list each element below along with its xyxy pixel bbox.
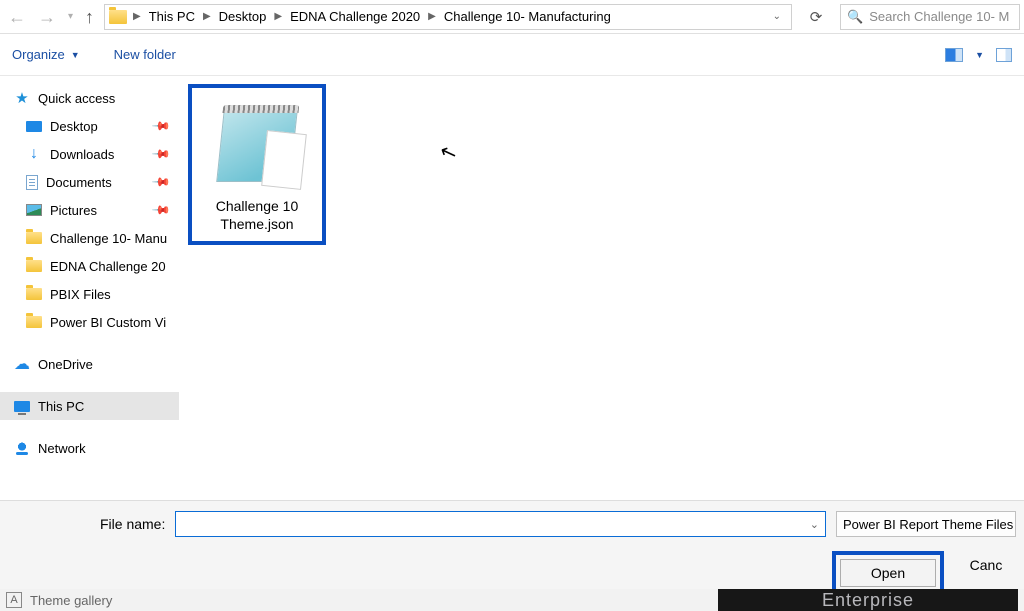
forward-button[interactable]: → (38, 8, 56, 26)
folder-icon (109, 10, 127, 24)
sidebar-item-label: Challenge 10- Manu (50, 231, 167, 246)
chevron-right-icon: ▶ (133, 11, 141, 22)
sidebar-item-folder[interactable]: Challenge 10- Manu (0, 224, 179, 252)
sidebar-item-desktop[interactable]: Desktop 📌 (0, 112, 179, 140)
organize-menu[interactable]: Organize ▼ (12, 47, 80, 62)
monitor-icon (14, 401, 30, 412)
downloads-icon: ↓ (26, 146, 42, 162)
breadcrumb-item[interactable]: This PC (147, 9, 197, 24)
sidebar-onedrive[interactable]: ☁ OneDrive (0, 350, 179, 378)
sidebar-item-label: Documents (46, 175, 112, 190)
up-button[interactable]: ↑ (85, 8, 94, 26)
sidebar-item-label: Desktop (50, 119, 98, 134)
sidebar-item-folder[interactable]: Power BI Custom Vi (0, 308, 179, 336)
watermark: Enterprise (718, 589, 1018, 611)
navigation-sidebar: ★ Quick access Desktop 📌 ↓ Downloads 📌 D… (0, 76, 180, 500)
sidebar-item-documents[interactable]: Documents 📌 (0, 168, 179, 196)
sidebar-label: Network (38, 441, 86, 456)
file-type-filter[interactable]: Power BI Report Theme Files (836, 511, 1016, 537)
sidebar-item-label: PBIX Files (50, 287, 111, 302)
desktop-icon (26, 121, 42, 132)
sidebar-label: OneDrive (38, 357, 93, 372)
network-icon (14, 441, 30, 455)
document-icon (26, 175, 38, 190)
sidebar-item-downloads[interactable]: ↓ Downloads 📌 (0, 140, 179, 168)
sidebar-item-folder[interactable]: EDNA Challenge 20 (0, 252, 179, 280)
recent-dropdown-icon[interactable]: ▾ (68, 12, 73, 22)
search-icon: 🔍 (847, 9, 863, 25)
caret-down-icon: ▼ (71, 50, 80, 60)
breadcrumb-item[interactable]: EDNA Challenge 2020 (288, 9, 422, 24)
chevron-down-icon[interactable]: ⌄ (810, 518, 819, 531)
search-input[interactable]: 🔍 Search Challenge 10- M (840, 4, 1020, 30)
sidebar-item-pictures[interactable]: Pictures 📌 (0, 196, 179, 224)
view-dropdown-icon[interactable]: ▼ (975, 50, 984, 60)
preview-pane-icon[interactable] (996, 48, 1012, 62)
back-button[interactable]: ← (8, 8, 26, 26)
refresh-button[interactable]: ⟳ (802, 8, 830, 26)
file-item-selected[interactable]: Challenge 10 Theme.json (188, 84, 326, 245)
sidebar-item-label: Downloads (50, 147, 114, 162)
app-statusbar: A Theme gallery Enterprise (0, 589, 1024, 611)
sidebar-quick-access[interactable]: ★ Quick access (0, 84, 179, 112)
file-list[interactable]: Challenge 10 Theme.json ↖ (180, 76, 1024, 500)
sidebar-item-label: Power BI Custom Vi (50, 315, 166, 330)
organize-label: Organize (12, 47, 65, 62)
chevron-right-icon: ▶ (274, 11, 282, 22)
sidebar-item-label: EDNA Challenge 20 (50, 259, 166, 274)
sidebar-item-folder[interactable]: PBIX Files (0, 280, 179, 308)
sidebar-network[interactable]: Network (0, 434, 179, 462)
open-button[interactable]: Open (840, 559, 936, 587)
dialog-footer: File name: ⌄ Power BI Report Theme Files… (0, 500, 1024, 590)
sidebar-item-label: Pictures (50, 203, 97, 218)
cloud-icon: ☁ (14, 356, 30, 372)
breadcrumb-item[interactable]: Challenge 10- Manufacturing (442, 9, 613, 24)
chevron-right-icon: ▶ (428, 11, 436, 22)
change-view-icon[interactable] (945, 48, 963, 62)
breadcrumb-box[interactable]: ▶ This PC ▶ Desktop ▶ EDNA Challenge 202… (104, 4, 792, 30)
sidebar-this-pc[interactable]: This PC (0, 392, 179, 420)
folder-icon (26, 232, 42, 244)
filter-label: Power BI Report Theme Files (843, 517, 1013, 532)
star-icon: ★ (14, 90, 30, 106)
cancel-button[interactable]: Canc (956, 551, 1016, 579)
breadcrumb-dropdown-icon[interactable]: ⌄ (773, 11, 787, 22)
pin-icon: 📌 (151, 200, 171, 220)
theme-gallery-icon: A (6, 592, 22, 608)
file-name-label: File name: (100, 516, 165, 532)
pin-icon: 📌 (151, 116, 171, 136)
pictures-icon (26, 204, 42, 216)
file-name-label: Challenge 10 Theme.json (196, 198, 318, 233)
chevron-right-icon: ▶ (203, 11, 211, 22)
folder-icon (26, 316, 42, 328)
pin-icon: 📌 (151, 172, 171, 192)
new-folder-button[interactable]: New folder (114, 47, 176, 62)
nav-arrows: ← → ▾ ↑ (8, 8, 94, 26)
cursor-icon: ↖ (436, 138, 460, 167)
notepad-icon (212, 100, 302, 186)
breadcrumb-item[interactable]: Desktop (217, 9, 269, 24)
search-placeholder: Search Challenge 10- M (869, 9, 1009, 24)
folder-icon (26, 288, 42, 300)
sidebar-label: This PC (38, 399, 84, 414)
sidebar-label: Quick access (38, 91, 115, 106)
toolbar-right: ▼ (945, 48, 1012, 62)
main-pane: ★ Quick access Desktop 📌 ↓ Downloads 📌 D… (0, 76, 1024, 500)
pin-icon: 📌 (151, 144, 171, 164)
theme-gallery-label[interactable]: Theme gallery (30, 593, 112, 608)
file-thumbnail (196, 92, 318, 194)
toolbar: Organize ▼ New folder ▼ (0, 34, 1024, 76)
folder-icon (26, 260, 42, 272)
file-name-input[interactable]: ⌄ (175, 511, 826, 537)
address-bar: ← → ▾ ↑ ▶ This PC ▶ Desktop ▶ EDNA Chall… (0, 0, 1024, 34)
